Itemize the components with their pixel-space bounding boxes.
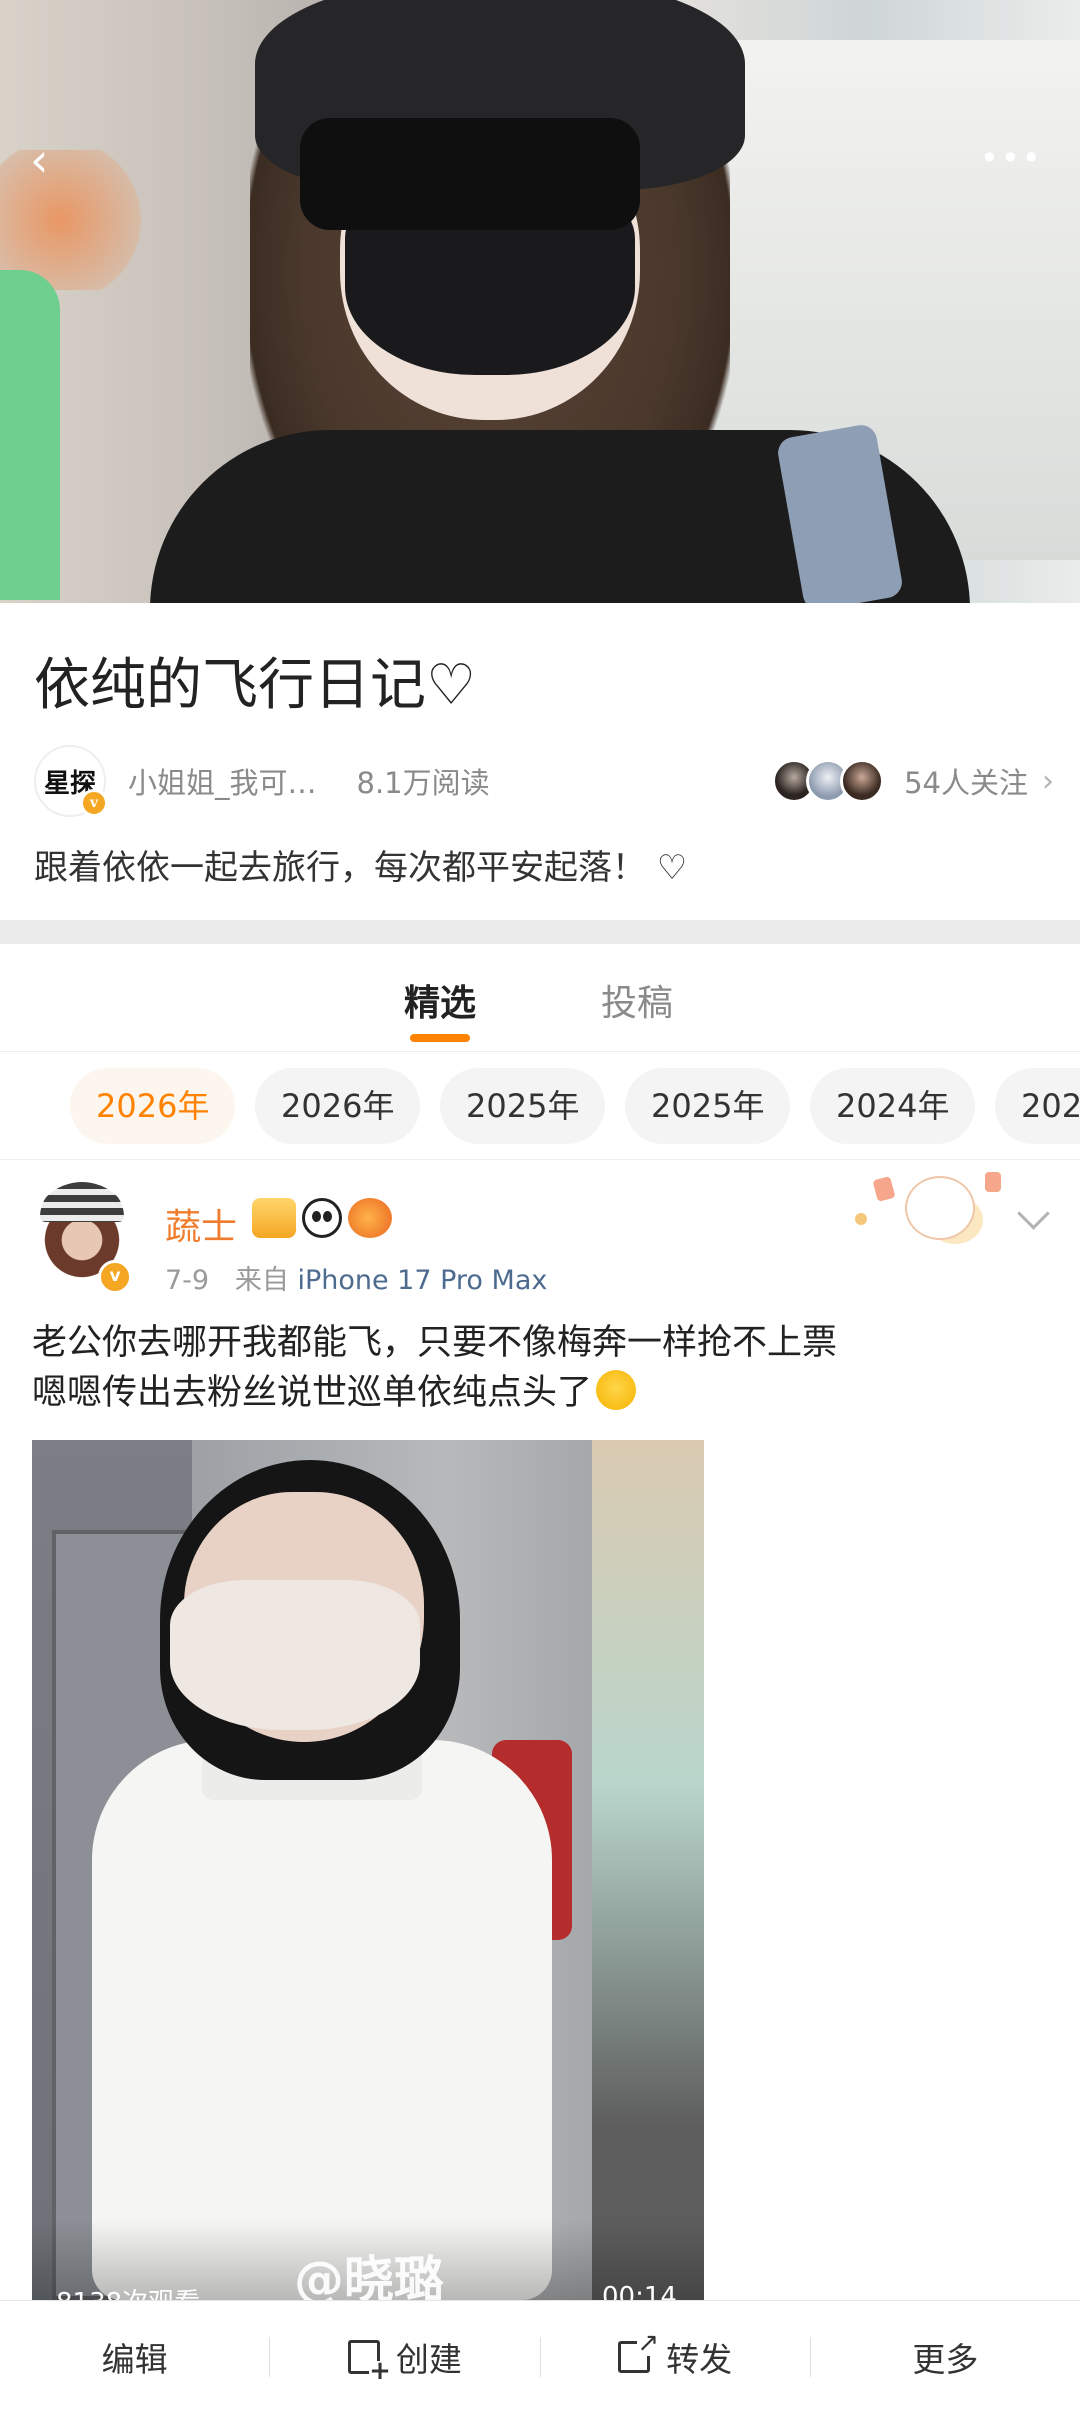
tab-bar: 精选 投稿 (0, 944, 1080, 1052)
active-tab-indicator (410, 1034, 470, 1042)
year-chip[interactable]: 2026年 (70, 1068, 236, 1144)
followers-link[interactable]: 54人关注 › (772, 759, 1054, 803)
post-source[interactable]: iPhone 17 Pro Max (297, 1265, 547, 1296)
year-chip[interactable]: 2025年 (440, 1068, 606, 1144)
post-text-line: 老公你去哪开我都能飞，只要不像梅奔一样抢不上票 (32, 1323, 838, 1363)
crown-badge-icon (252, 1198, 296, 1238)
post-meta: 7-9 来自 iPhone 17 Pro Max (165, 1258, 547, 1297)
edit-button[interactable]: 编辑 (0, 2301, 269, 2412)
chevron-right-icon: › (1042, 763, 1054, 799)
topic-description: 跟着依依一起去旅行，每次都平安起落！ ♡ (34, 848, 688, 888)
host-name[interactable]: 小姐姐_我可… (128, 760, 317, 802)
topic-meta-row: 星探 v 小姐姐_我可… 8.1万阅读 54人关注 › (34, 745, 1054, 817)
post-source-prefix: 来自 (234, 1265, 289, 1296)
topic-cover-image (0, 0, 1080, 603)
create-label: 创建 (395, 2339, 462, 2379)
post-text-line: 嗯嗯传出去粉丝说世巡单依纯点头了 (32, 1373, 593, 1413)
video-view-count: 8138次观看 (56, 2282, 200, 2300)
create-icon (347, 2339, 391, 2381)
year-filter-bar: 2026年 2026年 2025年 2025年 2024年 2024年 (0, 1052, 1080, 1160)
host-avatar[interactable]: 星探 v (34, 745, 108, 817)
follower-count: 54人关注 (904, 766, 1028, 800)
post-author-name[interactable]: 蔬士 (165, 1198, 237, 1250)
tab-featured[interactable]: 精选 (404, 974, 476, 1026)
share-button[interactable]: 转发 (541, 2301, 810, 2412)
rabbit-decoration-icon (845, 1168, 1005, 1248)
read-count: 8.1万阅读 (356, 766, 490, 800)
smile-emoji-icon (596, 1370, 637, 1410)
video-duration: 00:14 (602, 2282, 677, 2300)
more-label: 更多 (912, 2339, 979, 2379)
video-watermark: @晓璐 (294, 2251, 444, 2300)
topic-title: 依纯的飞行日记♡ (34, 653, 477, 718)
year-chip[interactable]: 2024年 (810, 1068, 976, 1144)
chevron-down-icon[interactable] (1016, 1200, 1050, 1234)
section-divider (0, 920, 1080, 944)
fish-badge-icon (348, 1198, 392, 1238)
back-arrow-icon[interactable]: ‹ (30, 130, 70, 190)
verified-badge-icon: v (80, 789, 108, 817)
follower-avatar (840, 759, 885, 803)
more-dots-icon[interactable]: ••• (980, 142, 1041, 174)
edit-label: 编辑 (101, 2339, 168, 2379)
share-label: 转发 (666, 2339, 733, 2379)
more-button[interactable]: 更多 (811, 2301, 1080, 2412)
user-badges (252, 1198, 392, 1238)
create-button[interactable]: 创建 (270, 2301, 539, 2412)
year-chip[interactable]: 2026年 (255, 1068, 421, 1144)
tab-submissions[interactable]: 投稿 (601, 974, 673, 1026)
year-chip[interactable]: 2025年 (625, 1068, 791, 1144)
post-video[interactable]: @晓璐 8138次观看 00:14 (32, 1440, 704, 2300)
verified-badge-icon: v (98, 1260, 132, 1294)
post-text: 老公你去哪开我都能飞，只要不像梅奔一样抢不上票 嗯嗯传出去粉丝说世巡单依纯点头了 (32, 1318, 837, 1418)
share-icon (618, 2329, 660, 2373)
year-chip[interactable]: 2024年 (995, 1068, 1080, 1144)
bottom-action-bar: 编辑 创建 转发 更多 (0, 2300, 1080, 2412)
panda-badge-icon (302, 1198, 342, 1238)
post-date: 7-9 (165, 1265, 210, 1296)
